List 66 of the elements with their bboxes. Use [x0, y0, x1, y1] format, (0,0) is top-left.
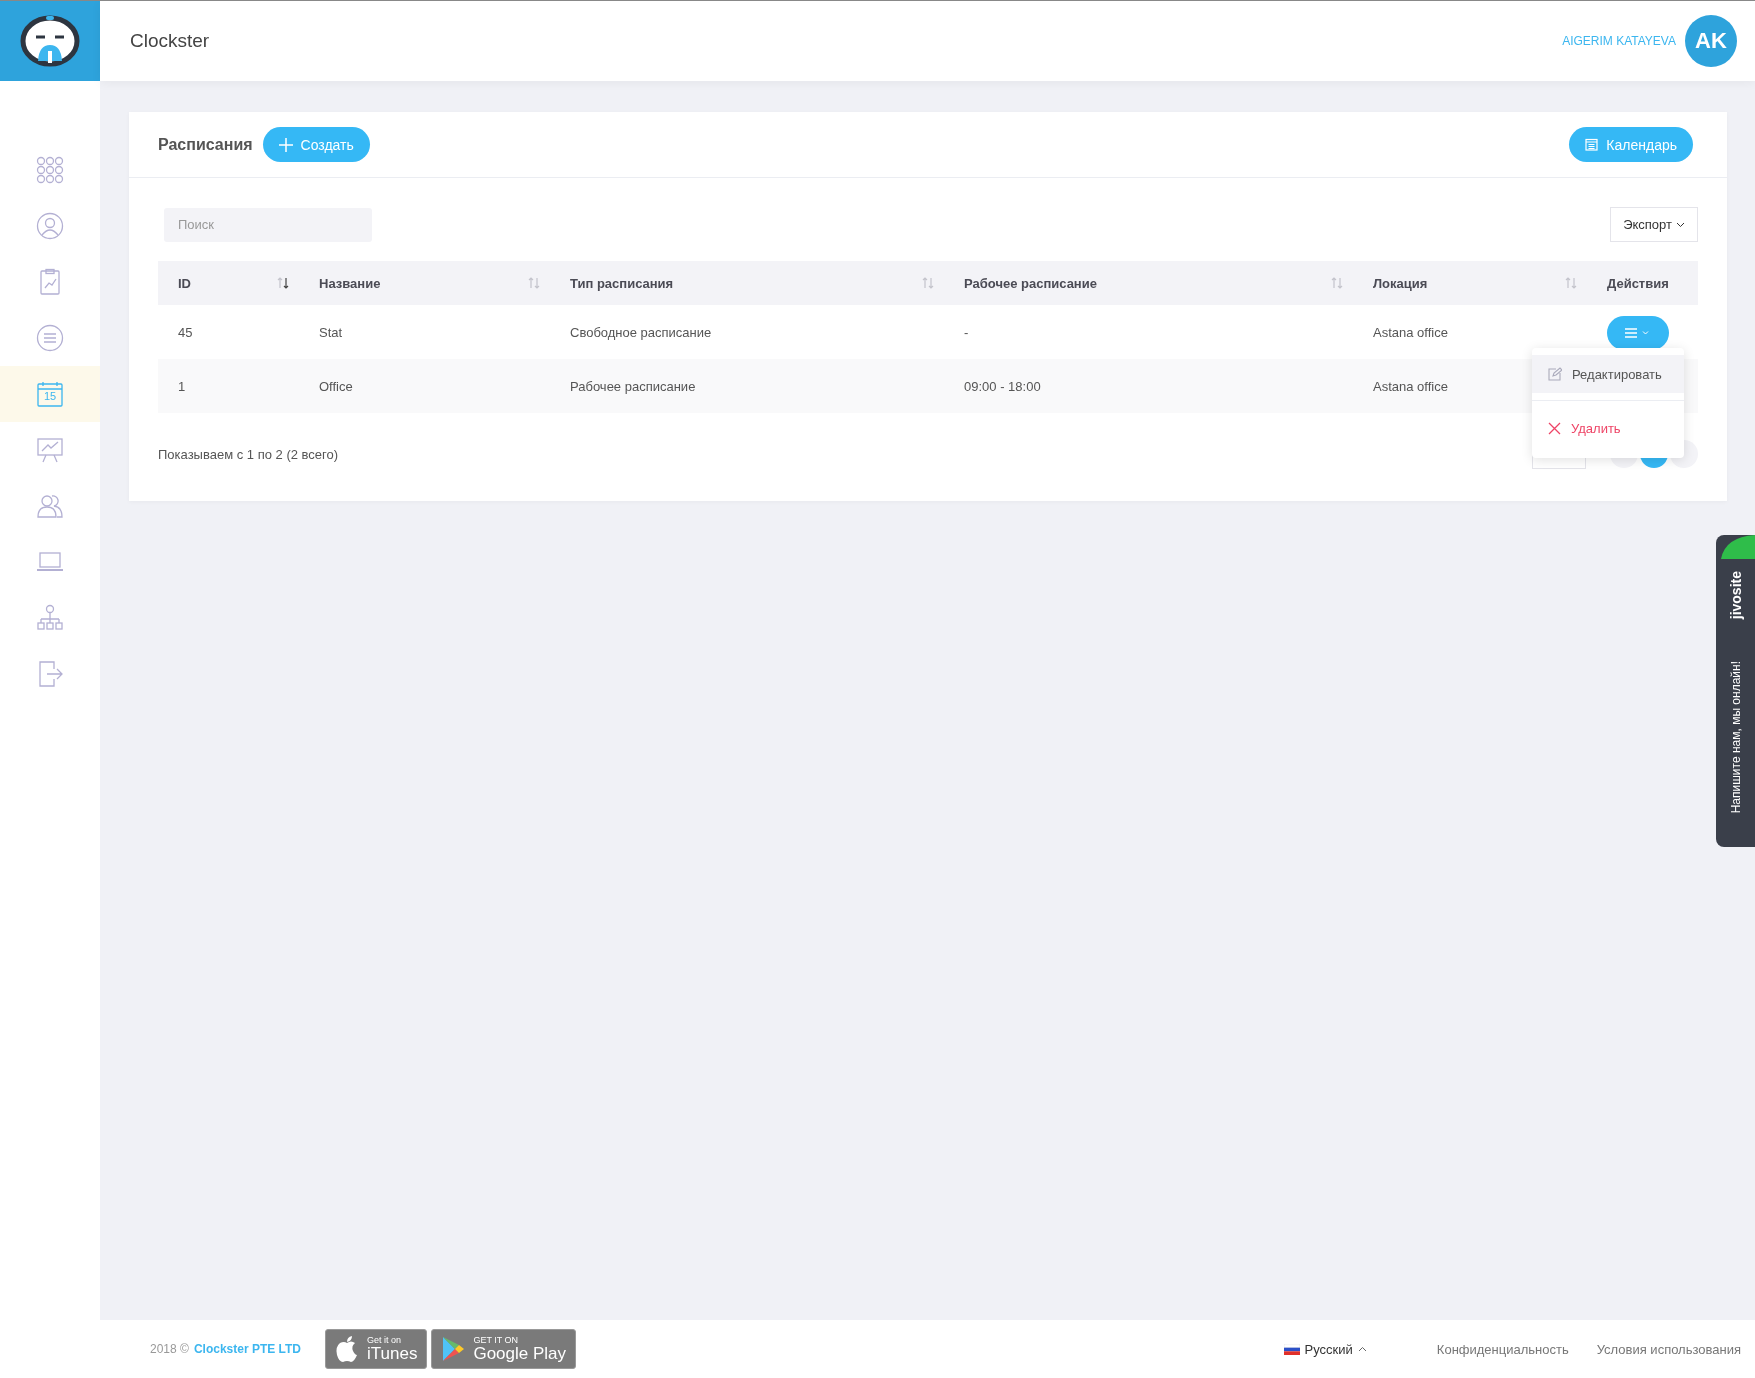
calendar-icon	[1585, 138, 1599, 151]
column-header: Тип расписания	[570, 275, 674, 291]
column-header: Рабочее расписание	[964, 275, 1097, 291]
results-summary: Показываем с 1 по 2 (2 всего)	[158, 446, 339, 462]
user-name[interactable]: AIGERIM KATAYEVA	[1562, 34, 1676, 48]
chat-message: Напишите нам, мы онлайн!	[1728, 661, 1743, 814]
column-header: Локация	[1373, 275, 1428, 291]
person-icon	[36, 212, 64, 240]
apple-icon	[335, 1335, 359, 1363]
mascot-logo-icon	[19, 13, 81, 69]
calendar-day: 15	[0, 390, 100, 402]
table-cell: 1	[178, 378, 186, 394]
store-badge[interactable]: GET IT ON Google Play	[431, 1329, 577, 1369]
users-icon	[36, 492, 64, 520]
calendar-icon	[36, 380, 64, 408]
calendar-button[interactable]: Календарь	[1569, 127, 1693, 162]
table-cell: Рабочее расписание	[570, 378, 696, 394]
actions-button[interactable]	[1607, 316, 1669, 350]
edit-icon	[1548, 367, 1562, 381]
leaf-icon	[1721, 535, 1755, 559]
chevron-up-icon	[1357, 1346, 1367, 1352]
badge-caption: Get it on	[367, 1336, 403, 1345]
language-select[interactable]: Русский	[1283, 1341, 1367, 1357]
column-header: Действия	[1607, 275, 1669, 291]
plus-icon	[278, 137, 293, 152]
company-link[interactable]: Clockster PTE LTD	[193, 1342, 301, 1356]
table-cell: 45	[178, 324, 193, 340]
store-name: iTunes	[367, 1345, 418, 1362]
badge-caption: GET IT ON	[473, 1336, 520, 1345]
table-cell: 09:00 - 18:00	[964, 378, 1041, 394]
play-icon	[441, 1336, 466, 1362]
footer-link[interactable]: Конфиденциальность	[1436, 1341, 1569, 1357]
store-name: Google Play	[473, 1345, 567, 1362]
chat-tab[interactable]: jivosite Напишите нам, мы онлайн!	[1716, 535, 1755, 847]
create-button[interactable]: Создать	[262, 127, 370, 162]
table-cell: Office	[319, 378, 353, 394]
export-button[interactable]: Экспорт	[1610, 207, 1698, 242]
close-icon	[1548, 421, 1561, 435]
chart-board-icon	[36, 436, 64, 464]
table-cell: -	[964, 324, 969, 340]
card-title: Расписания	[158, 135, 253, 154]
menu-item[interactable]: Удалить	[1532, 408, 1684, 448]
list-icon	[36, 324, 64, 352]
column-header: Название	[319, 275, 381, 291]
logout-icon	[36, 660, 64, 688]
logo-tile[interactable]	[0, 1, 100, 81]
table-cell: Astana office	[1373, 378, 1448, 394]
table-cell: Stat	[319, 324, 343, 340]
sidebar-item[interactable]: 15	[0, 366, 100, 422]
search-field[interactable]: Поиск	[164, 207, 372, 242]
sort-icon[interactable]	[277, 277, 289, 289]
copyright: 2018 ©	[150, 1342, 189, 1356]
store-badge[interactable]: Get it on iTunes	[325, 1329, 428, 1369]
chevron-down-icon	[1676, 221, 1685, 228]
column-header: ID	[178, 275, 191, 291]
grid-icon	[36, 156, 64, 184]
table-cell: Astana office	[1373, 324, 1448, 340]
footer-link[interactable]: Условия использования	[1596, 1341, 1741, 1357]
avatar[interactable]: AK	[1685, 15, 1737, 67]
menu-item[interactable]: Редактировать	[1532, 355, 1684, 393]
chat-brand: jivosite	[1727, 571, 1744, 620]
russia-flag-icon	[1283, 1343, 1300, 1355]
table-cell: Свободное расписание	[570, 324, 712, 340]
menu-icon	[1625, 328, 1651, 338]
app-title: Clockster	[130, 30, 211, 52]
hierarchy-icon	[36, 604, 64, 632]
